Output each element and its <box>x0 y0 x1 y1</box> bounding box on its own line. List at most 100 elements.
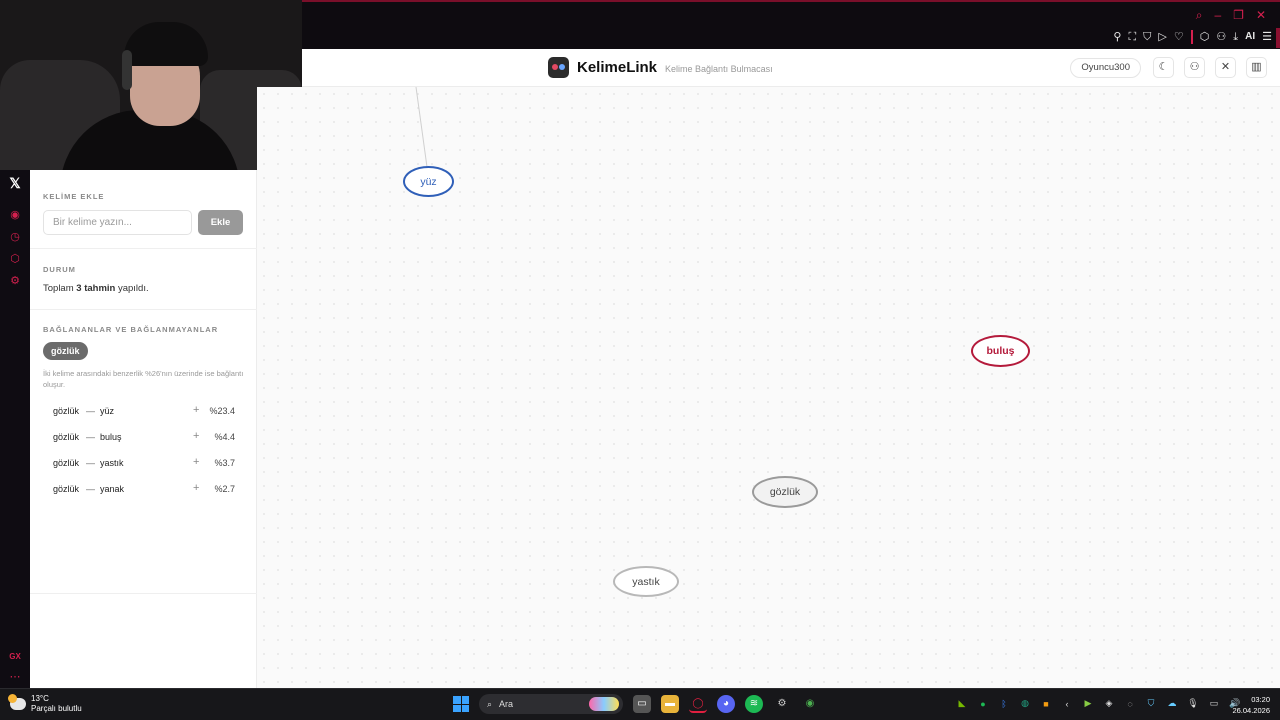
similarity-percent: %3.7 <box>214 458 235 468</box>
plus-icon[interactable]: + <box>193 430 199 442</box>
users-icon[interactable]: ⚇ <box>1184 57 1205 78</box>
chevron-icon[interactable]: ‹ <box>1061 699 1073 709</box>
app-tray-icon[interactable]: ◍ <box>1019 698 1031 709</box>
cloud-icon[interactable]: ☁ <box>1166 698 1178 709</box>
similarity-row[interactable]: gözlük — yastık + %3.7 <box>53 456 235 472</box>
similarity-row[interactable]: gözlük — buluş + %4.4 <box>53 430 235 446</box>
temperature: 13°C <box>31 694 49 703</box>
pair-dash: — <box>86 458 95 468</box>
minimize-button[interactable]: – <box>1214 8 1221 22</box>
extensions-sidebar-icon[interactable]: ⬡ <box>8 252 22 266</box>
word-node[interactable]: buluş <box>971 335 1030 367</box>
section-divider <box>30 593 257 594</box>
weather-icon <box>8 694 26 710</box>
similarity-percent: %2.7 <box>214 484 235 494</box>
section-divider <box>30 309 257 310</box>
steam-tray-icon[interactable]: ◈ <box>1103 698 1115 709</box>
weather-widget[interactable]: 13°C Parçalı bulutlu <box>8 694 82 714</box>
pair-word-b: buluş <box>100 432 122 442</box>
status-section-title: DURUM <box>43 265 76 274</box>
system-clock[interactable]: 03:20 26.04.2026 <box>1232 694 1270 716</box>
shuffle-icon[interactable]: ✕ <box>1215 57 1236 78</box>
toolbar-separator <box>1190 30 1193 44</box>
word-node[interactable]: yastık <box>613 566 679 597</box>
word-node[interactable]: yüz <box>403 166 454 197</box>
microphone-icon[interactable]: 🎙 <box>1187 698 1199 709</box>
plus-icon[interactable]: + <box>193 404 199 416</box>
clock-date: 26.04.2026 <box>1232 706 1270 715</box>
task-view-icon[interactable]: ▭ <box>633 695 651 713</box>
ai-button[interactable]: AI <box>1245 30 1255 44</box>
username-badge[interactable]: Oyuncu300 <box>1070 57 1141 78</box>
spotify-icon[interactable]: ≋ <box>745 695 763 713</box>
bluetooth-icon[interactable]: ᛒ <box>998 699 1010 709</box>
add-word-button[interactable]: Ekle <box>198 210 243 235</box>
steam-icon[interactable]: ⚙ <box>773 695 791 713</box>
file-explorer-icon[interactable]: ▬ <box>661 695 679 713</box>
pin-icon[interactable]: ⚲ <box>1113 30 1121 44</box>
node-label: gözlük <box>769 486 801 498</box>
spotify-tray-icon[interactable]: ● <box>977 699 989 709</box>
similarity-row[interactable]: gözlük — yanak + %2.7 <box>53 482 235 498</box>
browser-accent-line <box>302 0 1280 2</box>
history-icon[interactable]: ◷ <box>8 230 22 244</box>
status-prefix: Toplam <box>43 283 77 294</box>
window-controls: ⌕ – ❐ ✕ <box>1196 8 1266 22</box>
security-icon[interactable]: ⛉ <box>1145 698 1157 709</box>
plus-icon[interactable]: + <box>193 482 199 494</box>
taskbar-search[interactable]: ⌕ Ara <box>479 694 623 714</box>
start-button-icon[interactable] <box>453 696 469 712</box>
display-icon[interactable]: ▭ <box>1208 698 1220 709</box>
extensions-icon[interactable]: ⬡ <box>1200 30 1210 44</box>
graph-canvas[interactable]: yüz buluş gözlük yastık <box>257 87 1280 688</box>
discord-icon[interactable]: ◕ <box>717 695 735 713</box>
nvidia-icon[interactable]: ◣ <box>956 698 968 709</box>
heart-icon[interactable]: ♡ <box>1174 30 1184 44</box>
graph-edge <box>415 87 428 168</box>
gx-logo-icon: GX <box>9 652 21 661</box>
word-node[interactable]: gözlük <box>752 476 818 508</box>
pair-word-a: gözlük <box>53 458 80 468</box>
restore-button[interactable]: ❐ <box>1233 8 1244 22</box>
profile-icon[interactable]: ⚇ <box>1216 30 1226 44</box>
browser-sidebar: 𝕏 ◉ ◷ ⬡ ⚙ GX ⋯ <box>0 170 30 688</box>
system-tray: ◣ ● ᛒ ◍ ■ ‹ ▶ ◈ ◌ ⛉ ☁ 🎙 ▭ 🔊 <box>956 698 1241 709</box>
download-icon[interactable]: ⤓ <box>1233 30 1238 44</box>
chrome-icon[interactable]: ◉ <box>801 695 819 713</box>
browser-search-icon[interactable]: ⌕ <box>1196 8 1203 22</box>
play-tray-icon[interactable]: ▶ <box>1082 698 1094 709</box>
sync-icon[interactable]: ◌ <box>1124 699 1136 709</box>
pair-word-b: yüz <box>100 406 115 416</box>
pair-dash: — <box>86 406 95 416</box>
header-actions: Oyuncu300 ☾ ⚇ ✕ ▥ <box>1070 57 1267 78</box>
app-title: KelimeLink <box>577 59 658 76</box>
selected-word-chip[interactable]: gözlük <box>43 342 88 360</box>
pair-word-b: yastık <box>100 458 124 468</box>
x-twitter-icon[interactable]: 𝕏 <box>8 176 22 190</box>
extension-toolbar: ⚲ ⛶ ⛉ ▷ ♡ ⬡ ⚇ ⤓ AI ☰ <box>1113 30 1272 44</box>
status-text: Toplam 3 tahmin yapıldı. <box>43 283 149 294</box>
pair-word-b: yanak <box>100 484 125 494</box>
menu-icon[interactable]: ☰ <box>1262 30 1272 44</box>
opera-gx-icon[interactable]: ◯ <box>689 695 707 713</box>
plus-icon[interactable]: + <box>193 456 199 468</box>
os-taskbar: 13°C Parçalı bulutlu ⌕ Ara ▭ ▬ ◯ ◕ ≋ ⚙ ◉… <box>0 688 1280 720</box>
similarity-row[interactable]: gözlük — yüz + %23.4 <box>53 404 235 420</box>
more-icon[interactable]: ⋯ <box>8 670 22 684</box>
play-icon[interactable]: ▷ <box>1158 30 1166 44</box>
word-input[interactable] <box>43 210 192 235</box>
status-suffix: yapıldı. <box>115 283 149 294</box>
stats-icon[interactable]: ▥ <box>1246 57 1267 78</box>
search-label: Ara <box>499 699 514 709</box>
dark-mode-icon[interactable]: ☾ <box>1153 57 1174 78</box>
close-button[interactable]: ✕ <box>1256 8 1266 22</box>
settings-icon[interactable]: ⚙ <box>8 274 22 288</box>
search-highlight-image <box>589 697 619 711</box>
clock-time: 03:20 <box>1251 695 1270 704</box>
similarity-percent: %23.4 <box>209 406 235 416</box>
add-word-section-title: KELİME EKLE <box>43 192 105 201</box>
tray-app-icon[interactable]: ■ <box>1040 699 1052 709</box>
shield-icon[interactable]: ⛉ <box>1143 30 1151 44</box>
snapshot-icon[interactable]: ⛶ <box>1128 30 1136 44</box>
player-icon[interactable]: ◉ <box>8 208 22 222</box>
